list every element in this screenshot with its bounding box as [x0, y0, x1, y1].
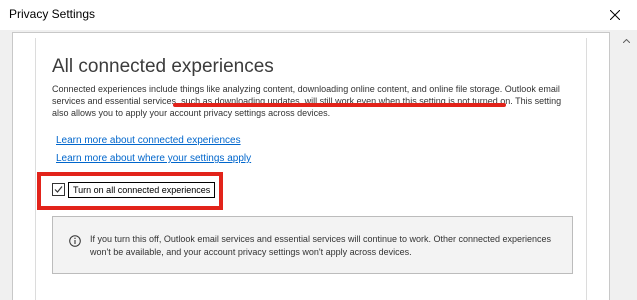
privacy-settings-window: Privacy Settings All connected experienc… [0, 0, 637, 300]
learn-more-link[interactable]: Learn more about connected experiences [56, 135, 241, 146]
section-description: Connected experiences include things lik… [52, 83, 572, 119]
connected-experiences-toggle[interactable]: Turn on all connected experiences [52, 180, 216, 199]
info-icon [69, 235, 81, 247]
scroll-up-icon [623, 38, 630, 43]
close-button[interactable] [592, 0, 637, 30]
checkbox-label: Turn on all connected experiences [68, 181, 216, 198]
annotation-underline [173, 103, 506, 107]
scroll-up-button[interactable] [618, 32, 635, 49]
title-bar: Privacy Settings [0, 0, 637, 30]
checkbox[interactable] [52, 183, 65, 196]
settings-apply-link[interactable]: Learn more about where your settings app… [56, 153, 251, 164]
info-text: If you turn this off, Outlook email serv… [90, 234, 552, 257]
info-box: If you turn this off, Outlook email serv… [52, 216, 573, 274]
close-icon [609, 10, 620, 20]
window-title: Privacy Settings [9, 7, 96, 21]
checkmark-icon [54, 186, 63, 193]
section-heading: All connected experiences [52, 56, 274, 77]
vertical-scrollbar[interactable] [618, 32, 635, 300]
